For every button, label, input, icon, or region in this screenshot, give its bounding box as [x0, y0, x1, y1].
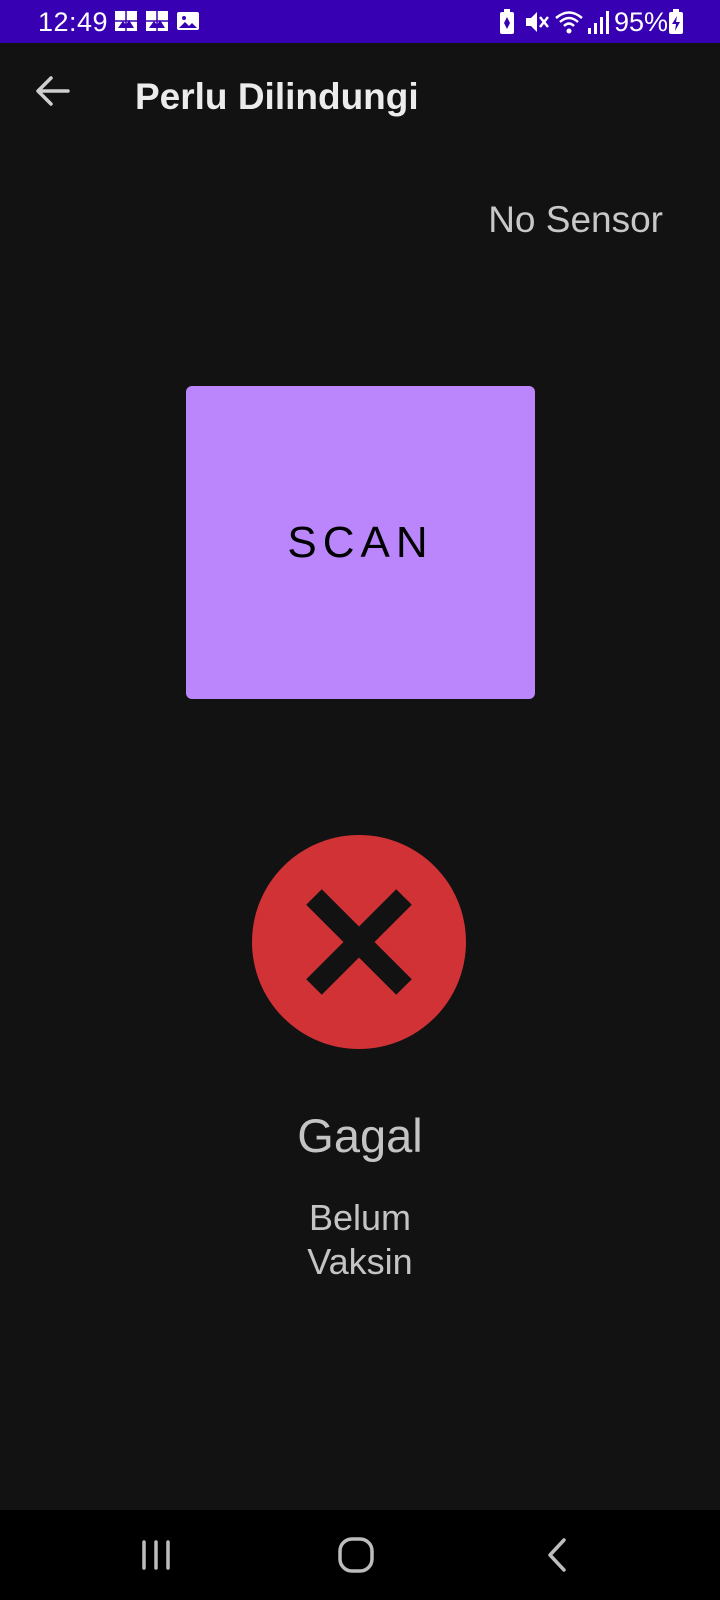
battery-saver-icon — [500, 9, 514, 34]
page-title: Perlu Dilindungi — [135, 76, 419, 117]
status-time: 12:49 — [38, 7, 109, 37]
sensor-status: No Sensor — [488, 199, 663, 240]
status-bar: 12:49 95% — [0, 0, 720, 43]
close-circle-icon — [252, 835, 466, 1049]
scan-button-label: SCAN — [287, 517, 434, 567]
result-detail-line2: Vaksin — [307, 1241, 413, 1282]
nav-bar — [0, 1510, 720, 1600]
home-button[interactable] — [326, 1530, 386, 1580]
screen: 12:49 95% Perlu Dilindungi No Sensor SCA… — [0, 0, 720, 1600]
result-detail: Belum Vaksin — [260, 1196, 460, 1284]
wifi-icon — [555, 11, 583, 34]
mute-icon — [526, 12, 549, 32]
scan-button[interactable]: SCAN — [186, 386, 535, 699]
home-icon — [338, 1537, 374, 1573]
gallery-icon — [146, 11, 168, 31]
image-icon — [177, 12, 199, 30]
result-title: Gagal — [297, 1109, 423, 1162]
nav-back-button[interactable] — [528, 1530, 588, 1580]
back-button[interactable] — [22, 63, 82, 119]
battery-percent: 95% — [614, 7, 669, 37]
signal-icon — [588, 11, 609, 34]
recent-apps-button[interactable] — [126, 1530, 186, 1580]
result-detail-line1: Belum — [308, 1197, 412, 1238]
recent-apps-icon — [142, 1540, 170, 1570]
back-icon — [548, 1538, 566, 1572]
gallery-icon — [115, 11, 137, 31]
app-bar: Perlu Dilindungi — [0, 43, 720, 153]
arrow-left-icon — [36, 76, 70, 106]
battery-charging-icon — [669, 9, 683, 34]
